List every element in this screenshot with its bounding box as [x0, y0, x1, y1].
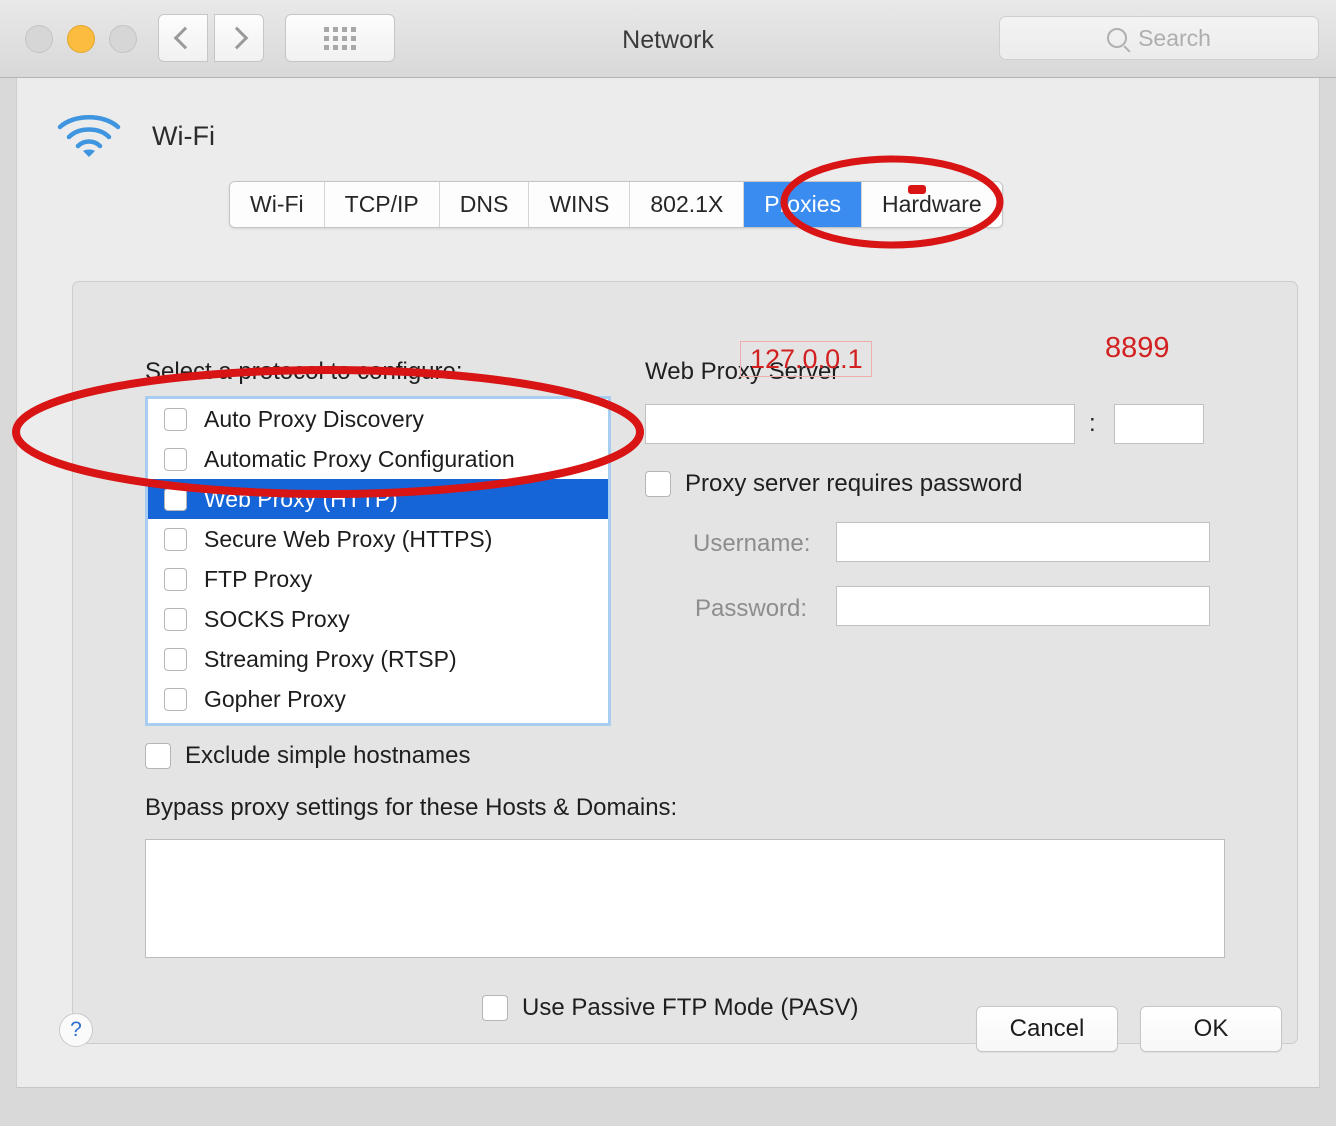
- protocol-list-label: Select a protocol to configure:: [145, 358, 463, 385]
- list-item-web-proxy-http[interactable]: Web Proxy (HTTP): [148, 479, 608, 519]
- list-item-label: Streaming Proxy (RTSP): [204, 645, 457, 672]
- checkbox-automatic-proxy-configuration[interactable]: [164, 447, 187, 471]
- interface-name: Wi-Fi: [152, 120, 215, 151]
- search-placeholder: Search: [1138, 24, 1211, 51]
- cancel-button[interactable]: Cancel: [976, 1006, 1118, 1052]
- search-icon: [1107, 28, 1128, 48]
- help-button[interactable]: ?: [59, 1013, 93, 1047]
- use-passive-ftp-row[interactable]: Use Passive FTP Mode (PASV): [482, 994, 859, 1022]
- annotation-dash-proxies-tab: [908, 185, 926, 194]
- tab-wi-fi[interactable]: Wi-Fi: [230, 182, 325, 227]
- checkbox-secure-web-proxy-https[interactable]: [164, 527, 187, 551]
- proxy-requires-password-row[interactable]: Proxy server requires password: [645, 470, 1022, 498]
- username-label: Username:: [693, 530, 811, 557]
- list-item-label: Gopher Proxy: [204, 685, 346, 712]
- interface-header: Wi-Fi: [56, 112, 215, 160]
- port-separator: :: [1089, 410, 1096, 437]
- list-item-label: FTP Proxy: [204, 565, 313, 592]
- list-item-label: Secure Web Proxy (HTTPS): [204, 525, 493, 552]
- list-item-ftp-proxy[interactable]: FTP Proxy: [148, 559, 608, 599]
- password-label: Password:: [695, 595, 808, 622]
- tab-tcp-ip[interactable]: TCP/IP: [324, 182, 440, 227]
- bypass-label: Bypass proxy settings for these Hosts & …: [145, 794, 678, 821]
- tab-dns[interactable]: DNS: [439, 182, 530, 227]
- tab-bar: Wi-Fi TCP/IP DNS WINS 802.1X Proxies Har…: [229, 181, 1003, 228]
- list-item-secure-web-proxy-https[interactable]: Secure Web Proxy (HTTPS): [148, 519, 608, 559]
- checkbox-socks-proxy[interactable]: [164, 607, 187, 631]
- exclude-simple-hostnames-row[interactable]: Exclude simple hostnames: [145, 742, 470, 770]
- checkbox-exclude-simple-hostnames[interactable]: [145, 743, 171, 769]
- tab-802-1x[interactable]: 802.1X: [630, 182, 745, 227]
- list-item-auto-proxy-discovery[interactable]: Auto Proxy Discovery: [148, 399, 608, 439]
- search-field[interactable]: Search: [999, 16, 1319, 60]
- protocol-list[interactable]: Auto Proxy Discovery Automatic Proxy Con…: [145, 396, 611, 726]
- checkbox-use-passive-ftp[interactable]: [482, 995, 508, 1021]
- proxy-host-input[interactable]: [645, 404, 1075, 444]
- list-item-label: Automatic Proxy Configuration: [204, 445, 515, 472]
- username-input[interactable]: [836, 522, 1210, 562]
- checkbox-auto-proxy-discovery[interactable]: [164, 407, 187, 431]
- bypass-hosts-textarea[interactable]: [145, 839, 1225, 958]
- list-item-streaming-proxy-rtsp[interactable]: Streaming Proxy (RTSP): [148, 639, 608, 679]
- exclude-simple-hostnames-label: Exclude simple hostnames: [185, 742, 471, 769]
- list-item-label: SOCKS Proxy: [204, 605, 350, 632]
- tab-wins[interactable]: WINS: [529, 182, 631, 227]
- tab-hardware[interactable]: Hardware: [862, 182, 1002, 227]
- ok-button[interactable]: OK: [1140, 1006, 1282, 1052]
- password-input[interactable]: [836, 586, 1210, 626]
- proxies-sheet: Wi-Fi Wi-Fi TCP/IP DNS WINS 802.1X Proxi…: [16, 78, 1320, 1088]
- checkbox-streaming-proxy-rtsp[interactable]: [164, 647, 187, 671]
- list-item-automatic-proxy-configuration[interactable]: Automatic Proxy Configuration: [148, 439, 608, 479]
- list-item-label: Auto Proxy Discovery: [204, 405, 424, 432]
- tab-proxies[interactable]: Proxies: [744, 182, 862, 227]
- annotation-text-proxy-port: 8899: [1105, 332, 1170, 364]
- use-passive-ftp-label: Use Passive FTP Mode (PASV): [522, 994, 859, 1021]
- proxy-port-input[interactable]: [1114, 404, 1204, 444]
- proxy-requires-password-label: Proxy server requires password: [685, 470, 1023, 497]
- checkbox-gopher-proxy[interactable]: [164, 687, 187, 711]
- annotation-text-proxy-host: 127.0.0.1: [750, 344, 863, 374]
- wifi-icon: [56, 112, 122, 160]
- network-preferences-window: Network Search Wi-Fi Wi-Fi TCP/IP DNS WI…: [0, 0, 1336, 1126]
- checkbox-ftp-proxy[interactable]: [164, 567, 187, 591]
- checkbox-proxy-requires-password[interactable]: [645, 471, 671, 497]
- window-titlebar: Network Search: [0, 0, 1336, 78]
- list-item-gopher-proxy[interactable]: Gopher Proxy: [148, 679, 608, 719]
- list-item-socks-proxy[interactable]: SOCKS Proxy: [148, 599, 608, 639]
- checkbox-web-proxy-http[interactable]: [164, 487, 187, 511]
- list-item-label: Web Proxy (HTTP): [204, 485, 398, 512]
